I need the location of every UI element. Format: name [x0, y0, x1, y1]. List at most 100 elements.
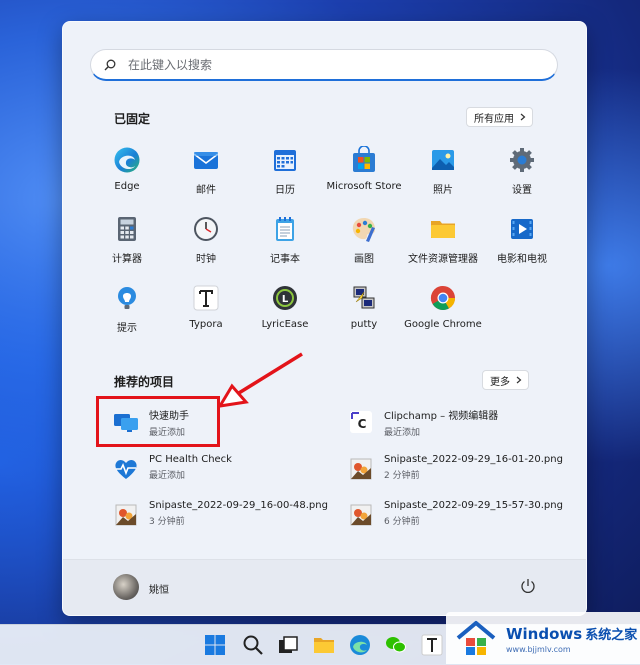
taskbar-file-explorer-icon[interactable]	[312, 633, 336, 657]
recommended-item-snipaste-1[interactable]: Snipaste_2022-09-29_16-01-20.png 2 分钟前	[348, 454, 563, 482]
start-menu: 已固定 所有应用 Edge 邮件 日历	[62, 21, 587, 616]
app-label: Microsoft Store	[326, 181, 402, 192]
app-settings[interactable]: 设置	[482, 146, 562, 196]
taskbar-search-icon[interactable]	[241, 633, 265, 657]
typora-icon	[193, 285, 219, 311]
recommended-item-clipchamp[interactable]: C Clipchamp – 视频编辑器 最近添加	[348, 407, 498, 438]
recommended-item-pc-health-check[interactable]: PC Health Check 最近添加	[113, 454, 232, 482]
item-name: Snipaste_2022-09-29_15-57-30.png	[384, 500, 563, 511]
watermark: Windows 系统之家 www.bjjmlv.com	[446, 612, 640, 664]
task-view-icon[interactable]	[276, 633, 300, 657]
file-explorer-icon	[431, 221, 455, 238]
windows-start-icon[interactable]	[203, 633, 227, 657]
item-time: 最近添加	[149, 428, 186, 438]
red-arrow-icon	[217, 352, 303, 408]
app-microsoft-store[interactable]: Microsoft Store	[324, 146, 404, 192]
item-name: 快速助手	[149, 411, 189, 422]
app-label: 邮件	[196, 185, 216, 196]
app-paint[interactable]: 画图	[324, 215, 404, 265]
power-icon[interactable]	[520, 578, 536, 594]
watermark-brand: Windows 系统之家	[506, 624, 637, 643]
app-calendar[interactable]: 日历	[245, 146, 325, 196]
app-label: Typora	[189, 319, 223, 330]
photos-icon	[432, 150, 454, 170]
item-name: Snipaste_2022-09-29_16-00-48.png	[149, 500, 328, 511]
app-lyricease[interactable]: L LyricEase	[245, 284, 325, 330]
app-putty[interactable]: putty	[324, 284, 404, 330]
chrome-icon	[430, 286, 455, 311]
more-button[interactable]: 更多	[482, 370, 529, 390]
svg-text:L: L	[282, 294, 289, 305]
app-label: 日历	[275, 185, 295, 196]
svg-text:C: C	[358, 417, 367, 431]
clipchamp-icon: C	[350, 411, 372, 433]
search-input[interactable]	[126, 56, 530, 73]
quick-assist-icon	[114, 414, 138, 432]
all-apps-button[interactable]: 所有应用	[466, 107, 533, 127]
recommended-item-quick-assist[interactable]: 快速助手 最近添加	[113, 407, 189, 438]
image-file-icon	[115, 504, 137, 526]
app-typora[interactable]: Typora	[166, 284, 246, 330]
all-apps-label: 所有应用	[474, 113, 514, 125]
app-label: 照片	[433, 185, 453, 196]
user-avatar[interactable]	[113, 574, 139, 600]
app-label: 提示	[117, 323, 137, 334]
wechat-icon[interactable]	[384, 633, 408, 657]
tips-icon	[118, 287, 136, 309]
app-movies-tv[interactable]: 电影和电视	[482, 215, 562, 265]
movies-tv-icon	[511, 219, 533, 239]
item-time: 3 分钟前	[149, 517, 185, 527]
image-file-icon	[350, 458, 372, 480]
store-icon	[353, 146, 375, 172]
app-notepad[interactable]: 记事本	[245, 215, 325, 265]
item-time: 6 分钟前	[384, 517, 420, 527]
app-photos[interactable]: 照片	[403, 146, 483, 196]
app-label: 文件资源管理器	[408, 254, 478, 265]
app-clock[interactable]: 时钟	[166, 215, 246, 265]
image-file-icon	[350, 504, 372, 526]
watermark-url: www.bjjmlv.com	[506, 645, 571, 654]
chevron-right-icon	[520, 113, 526, 121]
recommended-item-snipaste-2[interactable]: Snipaste_2022-09-29_16-00-48.png 3 分钟前	[113, 500, 328, 528]
app-edge[interactable]: Edge	[87, 146, 167, 192]
notepad-icon	[276, 217, 294, 241]
app-tips[interactable]: 提示	[87, 284, 167, 334]
watermark-brand-cn: 系统之家	[585, 628, 638, 643]
user-name[interactable]: 姚恒	[149, 581, 169, 596]
app-calculator[interactable]: 计算器	[87, 215, 167, 265]
taskbar-typora-icon[interactable]	[420, 633, 444, 657]
app-label: 记事本	[270, 254, 300, 265]
app-mail[interactable]: 邮件	[166, 146, 246, 196]
recommended-item-snipaste-3[interactable]: Snipaste_2022-09-29_15-57-30.png 6 分钟前	[348, 500, 563, 528]
edge-icon	[114, 147, 140, 173]
app-google-chrome[interactable]: Google Chrome	[403, 284, 483, 330]
windows-house-logo-icon	[456, 621, 496, 655]
clock-icon	[194, 217, 218, 241]
item-time: 最近添加	[149, 471, 186, 481]
item-time: 最近添加	[384, 428, 421, 438]
app-label: putty	[350, 319, 378, 330]
app-label: Google Chrome	[404, 319, 482, 330]
app-label: Edge	[114, 181, 140, 192]
app-file-explorer[interactable]: 文件资源管理器	[403, 215, 483, 265]
app-label: LyricEase	[261, 319, 309, 330]
app-label: 画图	[354, 254, 374, 265]
start-footer: 姚恒	[63, 559, 586, 615]
more-label: 更多	[490, 376, 510, 388]
pc-health-icon	[115, 460, 137, 479]
chevron-right-icon	[516, 376, 522, 384]
item-time: 2 分钟前	[384, 471, 420, 481]
watermark-brand-en: Windows	[506, 625, 583, 643]
search-box[interactable]	[90, 49, 558, 81]
app-label: 电影和电视	[497, 254, 547, 265]
item-name: PC Health Check	[149, 454, 232, 465]
calculator-icon	[118, 217, 136, 241]
app-label: 计算器	[112, 254, 142, 265]
search-icon	[104, 59, 116, 70]
settings-icon	[510, 148, 534, 172]
app-label: 设置	[512, 185, 532, 196]
lyricease-icon: L	[273, 286, 297, 310]
item-name: Clipchamp – 视频编辑器	[384, 411, 499, 422]
item-name: Snipaste_2022-09-29_16-01-20.png	[384, 454, 563, 465]
taskbar-edge-icon[interactable]	[348, 633, 372, 657]
